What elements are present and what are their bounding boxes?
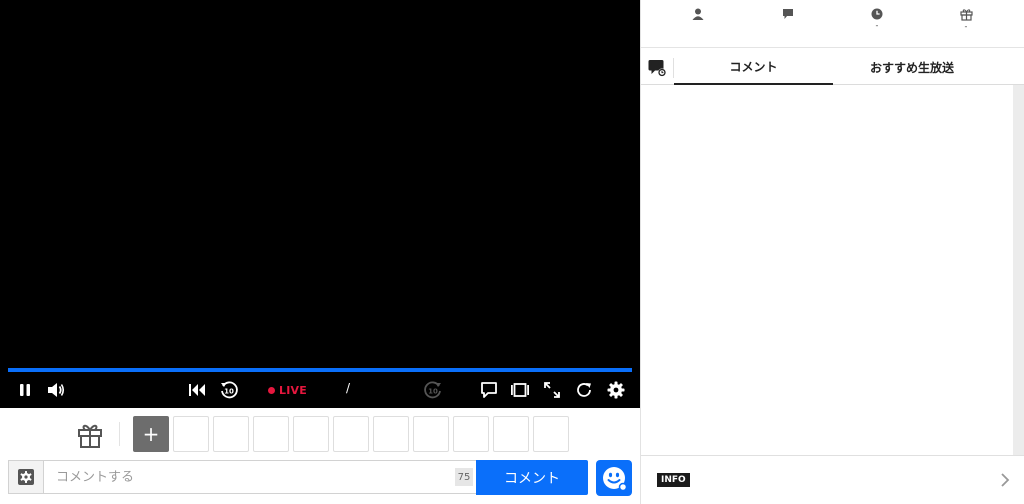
comment-toggle-button[interactable] [478,378,500,402]
char-count: 75 [455,468,473,486]
reload-icon [577,383,591,397]
tab-recommended-live[interactable]: おすすめ生放送 [833,49,991,85]
tab-comment[interactable]: コメント [674,49,833,85]
live-dot [268,386,275,394]
theater-mode-button[interactable] [508,378,532,402]
comment-settings-icon [18,469,34,485]
fullscreen-icon [544,382,560,398]
emotion-icon [603,467,628,492]
fullscreen-button[interactable] [540,378,564,402]
pause-button[interactable] [14,378,36,402]
gift-slot[interactable] [173,416,209,452]
time-stat: - [857,8,897,30]
info-bar[interactable] [641,455,1024,504]
comment-filter-button[interactable] [647,58,667,78]
comment-toggle-icon [481,382,497,398]
video-player[interactable] [0,0,640,408]
volume-button[interactable] [44,378,68,402]
gift-slot[interactable] [333,416,369,452]
gift-slot[interactable] [253,416,289,452]
rewind-10-button[interactable]: 10 [218,378,240,402]
add-gift-button[interactable]: + [133,416,169,452]
info-badge: INFO [657,473,690,487]
gift-divider [119,422,120,446]
gift-slot[interactable] [293,416,329,452]
comment-stat [768,8,808,30]
viewer-icon [692,8,704,20]
pause-icon [20,384,30,396]
skip-to-start-icon [189,384,205,396]
gift-slot[interactable] [453,416,489,452]
gift-icon [959,9,973,21]
settings-icon [607,381,625,399]
comment-scrollbar[interactable] [1013,85,1024,455]
gift-stat: - [946,8,986,31]
forward-10-button[interactable]: 10 [422,378,444,402]
theater-mode-icon [511,383,529,397]
time-separator: / [346,381,351,395]
gift-slot[interactable] [413,416,449,452]
gift-slot[interactable] [213,416,249,452]
chevron-right-icon [1001,473,1010,487]
clock-icon [871,8,883,20]
viewer-stat [678,8,718,30]
volume-icon [48,383,65,397]
gift-slot[interactable] [493,416,529,452]
comment-input[interactable] [50,464,458,490]
svg-text:10: 10 [428,388,438,396]
gift-button[interactable] [75,420,105,450]
live-indicator[interactable]: LIVE [268,382,307,398]
comment-list[interactable] [641,85,1013,455]
comment-submit-button[interactable]: コメント [476,460,588,495]
info-next-button[interactable] [998,470,1012,490]
live-label: LIVE [279,383,307,397]
comment-settings-button[interactable] [9,461,44,493]
elapsed-time: - [875,21,879,30]
svg-text:10: 10 [224,388,234,396]
forward-10-icon: 10 [424,381,441,399]
skip-to-start-button[interactable] [186,378,208,402]
gift-count: - [964,22,968,31]
rewind-10-icon: 10 [221,381,238,399]
comment-filter-icon [648,60,666,77]
gift-icon [78,424,102,448]
comment-count-icon [783,9,793,19]
settings-button[interactable] [604,378,628,402]
gift-slot[interactable] [373,416,409,452]
reload-button[interactable] [572,378,596,402]
emotion-button[interactable] [596,460,632,496]
gift-slot[interactable] [533,416,569,452]
seek-bar[interactable] [8,368,632,372]
